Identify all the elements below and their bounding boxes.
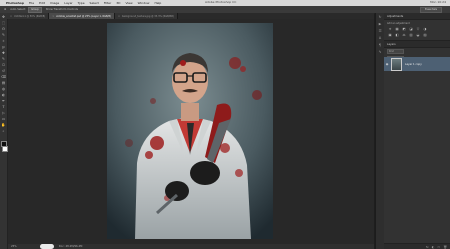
adjustment-12-icon[interactable]: ▨ (422, 32, 428, 37)
tools-panel: ✥ ⬚ ʘ ✎ ⌗ ꝑ ✚ ✎ ⎔ ↺ ⌫ ▤ ◍ ◐ ✒ T ▷ ▭ ✋ ⌕ (0, 13, 8, 249)
adjustment-8-icon[interactable]: ◧ (394, 32, 400, 37)
adjustment-6-icon[interactable]: ◑ (422, 26, 428, 31)
clone-stamp-icon[interactable]: ⎔ (1, 62, 6, 67)
move-icon[interactable]: ✥ (1, 14, 6, 19)
close-icon[interactable]: × (10, 15, 12, 18)
document-size[interactable]: Doc: 48.2M/96.4M (59, 245, 83, 248)
paragraph-icon[interactable]: ¶ (377, 42, 383, 48)
menu-edit[interactable]: Edit (39, 1, 45, 5)
history-brush-icon[interactable]: ↺ (1, 68, 6, 73)
dodge-icon[interactable]: ◐ (1, 92, 6, 97)
menu-layer[interactable]: Layer (64, 1, 72, 5)
eyedropper-icon[interactable]: ꝑ (1, 44, 6, 49)
layer-row[interactable]: ◉ Layer 1 copy (384, 57, 450, 71)
status-bar: 25% Doc: 48.2M/96.4M (8, 244, 374, 249)
adjustment-9-icon[interactable]: ⚖ (401, 32, 407, 37)
menu-file[interactable]: File (29, 1, 34, 5)
document-workspace[interactable] (8, 19, 374, 244)
menu-type[interactable]: Type (78, 1, 85, 5)
layer-thumbnail (391, 57, 402, 71)
layer-name[interactable]: Layer 1 copy (405, 63, 422, 66)
blur-icon[interactable]: ◍ (1, 86, 6, 91)
menu-filter[interactable]: Filter (104, 1, 111, 5)
adjustment-3-icon[interactable]: ◩ (401, 26, 407, 31)
menu-3d[interactable]: 3D (116, 1, 120, 5)
menu-window[interactable]: Window (138, 1, 150, 5)
adjustment-2-icon[interactable]: ▦ (394, 26, 400, 31)
properties-icon[interactable]: ☰ (377, 28, 383, 34)
brushes-icon[interactable]: ✎ (377, 49, 383, 55)
actions-icon[interactable]: ▶ (377, 21, 383, 27)
adjustment-10-icon[interactable]: ▥ (408, 32, 414, 37)
crop-icon[interactable]: ⌗ (1, 38, 6, 43)
auto-select-label[interactable]: Auto-Select: (10, 8, 26, 11)
window-title: Adobe Photoshop CC (205, 0, 237, 4)
trash-icon[interactable]: 🗑 (443, 245, 447, 249)
move-tool-icon[interactable]: ✥ (4, 8, 6, 11)
quick-select-icon[interactable]: ✎ (1, 32, 6, 37)
brush-icon[interactable]: ✎ (1, 56, 6, 61)
adjustment-5-icon[interactable]: ▽ (415, 26, 421, 31)
tab-label: background_texture.jpg @ 33.3% (RGB/8#) (121, 14, 174, 18)
layers-panel-tab[interactable]: Layers (384, 40, 450, 48)
history-icon[interactable]: ↻ (377, 14, 383, 20)
menu-view[interactable]: View (125, 1, 132, 5)
character-icon[interactable]: A (377, 35, 383, 41)
marquee-icon[interactable]: ⬚ (1, 20, 6, 25)
adjustments-panel-tab[interactable]: Adjustments (384, 13, 450, 20)
layer-kind-filter[interactable]: Kind (387, 49, 404, 54)
transform-controls-checkbox[interactable]: Show Transform Controls (46, 8, 78, 11)
visibility-eye-icon[interactable]: ◉ (384, 62, 390, 66)
new-layer-icon[interactable]: ▭ (437, 245, 440, 249)
zoom-level[interactable]: 25% (11, 245, 17, 248)
auto-select-dropdown[interactable]: Group (28, 6, 42, 13)
layers-filter-row: Kind (384, 48, 450, 55)
portrait-image (107, 23, 273, 239)
tab-label: zombie_scientist.psd @ 25% (Layer 1, RGB… (56, 14, 111, 18)
adjustment-4-icon[interactable]: ◪ (408, 26, 414, 31)
menu-select[interactable]: Select (90, 1, 99, 5)
right-panels: Adjustments Add an adjustment ☀ ▦ ◩ ◪ ▽ ◑ ▣ ◧ ⚖ ▥… (384, 13, 450, 249)
menu-image[interactable]: Image (50, 1, 59, 5)
type-icon[interactable]: T (1, 104, 6, 109)
adjustment-1-icon[interactable]: ☀ (387, 26, 393, 31)
menu-help[interactable]: Help (154, 1, 161, 5)
shape-icon[interactable]: ▭ (1, 116, 6, 121)
document-canvas[interactable] (107, 23, 273, 239)
menu-clock: Mon 10:24 (430, 0, 446, 4)
adjustment-11-icon[interactable]: ◒ (415, 32, 421, 37)
mask-icon[interactable]: ◐ (432, 245, 435, 249)
lasso-icon[interactable]: ʘ (1, 26, 6, 31)
gradient-icon[interactable]: ▤ (1, 80, 6, 85)
fx-icon[interactable]: fx (426, 245, 429, 249)
path-select-icon[interactable]: ▷ (1, 110, 6, 115)
hand-icon[interactable]: ✋ (1, 122, 6, 127)
layers-footer: fx ◐ ▭ 🗑 (384, 243, 450, 249)
menu-app[interactable]: Photoshop (6, 1, 24, 5)
status-indicator (40, 244, 54, 249)
healing-icon[interactable]: ✚ (1, 50, 6, 55)
adjustments-grid: ☀ ▦ ◩ ◪ ▽ ◑ ▣ ◧ ⚖ ▥ ◒ ▨ (384, 26, 450, 37)
close-icon[interactable]: × (118, 15, 120, 18)
adjustment-7-icon[interactable]: ▣ (387, 32, 393, 37)
tab-label: Untitled-1 @ 50% (RGB/8) (14, 14, 46, 18)
pen-icon[interactable]: ✒ (1, 98, 6, 103)
eraser-icon[interactable]: ⌫ (1, 74, 6, 79)
zoom-icon[interactable]: ⌕ (1, 128, 6, 133)
close-icon[interactable]: × (52, 15, 54, 18)
